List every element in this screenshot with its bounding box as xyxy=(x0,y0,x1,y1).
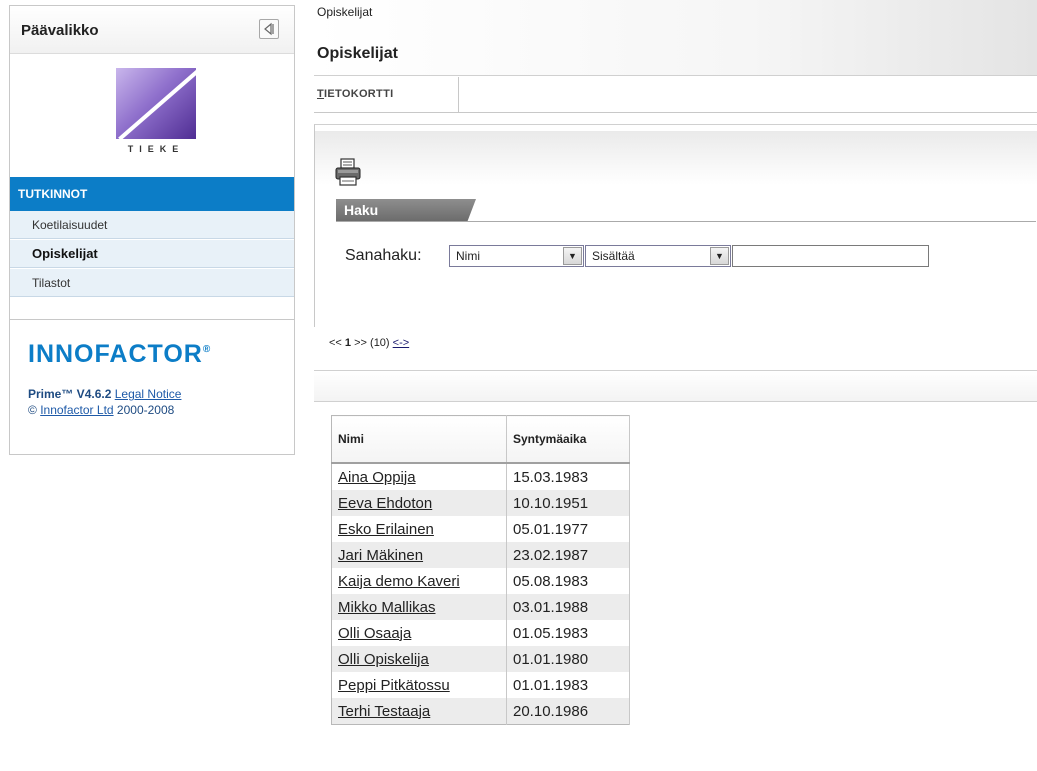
pager-divider-band xyxy=(314,370,1037,402)
tab-bar: TIETOKORTTI xyxy=(314,77,1037,113)
search-operator-select[interactable]: Sisältää ▼ xyxy=(585,245,731,267)
student-name-cell: Mikko Mallikas xyxy=(331,594,507,620)
search-operator-value: Sisältää xyxy=(592,249,635,263)
students-table: Nimi Syntymäaika Aina Oppija 15.03.1983 … xyxy=(331,415,630,725)
search-input[interactable] xyxy=(732,245,929,267)
page-header: Opiskelijat Opiskelijat xyxy=(314,0,1037,76)
printer-icon xyxy=(335,158,361,186)
pager-current-page: 1 xyxy=(344,337,352,349)
sidebar-item-label: Koetilaisuudet xyxy=(32,218,108,232)
birth-date-cell: 23.02.1987 xyxy=(506,542,630,568)
brand-name: INNOFACTOR xyxy=(28,340,203,368)
table-row: Mikko Mallikas 03.01.1988 xyxy=(331,594,630,620)
student-name-link[interactable]: Aina Oppija xyxy=(338,469,416,486)
student-name-link[interactable]: Eeva Ehdoton xyxy=(338,495,432,512)
table-row: Kaija demo Kaveri 05.08.1983 xyxy=(331,568,630,594)
menu-divider xyxy=(10,319,294,320)
pager-prev[interactable]: << xyxy=(329,337,342,349)
legal-notice-link[interactable]: Legal Notice xyxy=(115,387,182,401)
student-name-cell: Eeva Ehdoton xyxy=(331,490,507,516)
table-row: Eeva Ehdoton 10.10.1951 xyxy=(331,490,630,516)
main-menu-panel: Päävalikko TIEKE TUTKINNOT Koetilaisuude… xyxy=(9,5,295,455)
table-header-row: Nimi Syntymäaika xyxy=(331,415,630,464)
sidebar-item-label: Tilastot xyxy=(32,276,71,290)
page-title: Opiskelijat xyxy=(317,45,398,62)
student-name-cell: Olli Opiskelija xyxy=(331,646,507,672)
sidebar-item-tilastot[interactable]: Tilastot xyxy=(10,269,294,297)
sidebar-item-koetilaisuudet[interactable]: Koetilaisuudet xyxy=(10,211,294,239)
sidebar-item-label: Opiskelijat xyxy=(32,246,98,261)
student-name-cell: Kaija demo Kaveri xyxy=(331,568,507,594)
table-row: Jari Mäkinen 23.02.1987 xyxy=(331,542,630,568)
birth-date-cell: 01.01.1983 xyxy=(506,672,630,698)
tab-tietokortti[interactable]: TIETOKORTTI xyxy=(314,77,459,112)
table-row: Olli Osaaja 01.05.1983 xyxy=(331,620,630,646)
birth-date-cell: 03.01.1988 xyxy=(506,594,630,620)
student-name-link[interactable]: Kaija demo Kaveri xyxy=(338,573,460,590)
product-name: Prime™ V4.6.2 xyxy=(28,387,112,401)
collapse-arrow-icon xyxy=(264,22,274,36)
chevron-down-icon[interactable]: ▼ xyxy=(710,247,729,265)
student-name-link[interactable]: Olli Opiskelija xyxy=(338,651,429,668)
pager: << 1 >> (10) <-> xyxy=(329,337,409,349)
birth-date-cell: 20.10.1986 xyxy=(506,698,630,725)
student-name-cell: Jari Mäkinen xyxy=(331,542,507,568)
student-name-cell: Terhi Testaaja xyxy=(331,698,507,725)
copyright-years: 2000-2008 xyxy=(116,403,175,417)
tab-label: IETOKORTTI xyxy=(324,88,394,100)
search-field-value: Nimi xyxy=(456,249,480,263)
menu-section-tutkinnot[interactable]: TUTKINNOT xyxy=(10,177,294,211)
table-row: Olli Opiskelija 01.01.1980 xyxy=(331,646,630,672)
student-name-cell: Peppi Pitkätossu xyxy=(331,672,507,698)
tieke-logo: TIEKE xyxy=(116,68,196,164)
birth-date-cell: 01.01.1980 xyxy=(506,646,630,672)
pager-count: (10) xyxy=(370,337,390,349)
breadcrumb[interactable]: Opiskelijat xyxy=(317,5,372,19)
innofactor-link[interactable]: Innofactor Ltd xyxy=(40,403,113,417)
birth-date-cell: 05.01.1977 xyxy=(506,516,630,542)
collapse-menu-button[interactable] xyxy=(259,19,279,39)
sanahaku-label: Sanahaku: xyxy=(345,247,422,264)
tieke-logo-mark xyxy=(116,68,196,139)
table-row: Terhi Testaaja 20.10.1986 xyxy=(331,698,630,725)
pager-toggle-link[interactable]: <-> xyxy=(393,337,410,349)
student-name-link[interactable]: Terhi Testaaja xyxy=(338,703,430,720)
product-version: Prime™ V4.6.2 Legal Notice xyxy=(28,387,181,401)
birth-date-cell: 01.05.1983 xyxy=(506,620,630,646)
table-row: Esko Erilainen 05.01.1977 xyxy=(331,516,630,542)
print-button[interactable] xyxy=(334,157,362,187)
table-row: Aina Oppija 15.03.1983 xyxy=(331,463,630,490)
birth-date-cell: 10.10.1951 xyxy=(506,490,630,516)
haku-section-header: Haku xyxy=(336,199,1036,222)
table-row: Peppi Pitkätossu 01.01.1983 xyxy=(331,672,630,698)
innofactor-logo: INNOFACTOR® xyxy=(28,340,211,369)
search-panel: Haku Sanahaku: Nimi ▼ Sisältää ▼ xyxy=(314,124,1037,327)
student-name-cell: Esko Erilainen xyxy=(331,516,507,542)
student-name-link[interactable]: Mikko Mallikas xyxy=(338,599,436,616)
registered-mark: ® xyxy=(202,344,212,355)
haku-section-label: Haku xyxy=(344,202,379,218)
student-name-cell: Olli Osaaja xyxy=(331,620,507,646)
pager-next[interactable]: >> xyxy=(354,337,367,349)
birth-date-cell: 15.03.1983 xyxy=(506,463,630,490)
chevron-down-icon[interactable]: ▼ xyxy=(563,247,582,265)
student-name-link[interactable]: Jari Mäkinen xyxy=(338,547,423,564)
student-name-cell: Aina Oppija xyxy=(331,463,507,490)
main-menu-header: Päävalikko xyxy=(10,6,294,54)
birth-date-cell: 05.08.1983 xyxy=(506,568,630,594)
tieke-logo-text: TIEKE xyxy=(127,144,185,154)
search-field-select[interactable]: Nimi ▼ xyxy=(449,245,584,267)
column-header-syntymaaika[interactable]: Syntymäaika xyxy=(506,415,630,464)
copyright-symbol: © xyxy=(28,403,37,417)
student-name-link[interactable]: Olli Osaaja xyxy=(338,625,411,642)
tab-accesskey: T xyxy=(317,88,325,100)
column-header-nimi[interactable]: Nimi xyxy=(331,415,507,464)
main-menu-title: Päävalikko xyxy=(21,22,99,39)
copyright-line: © Innofactor Ltd 2000-2008 xyxy=(28,403,174,417)
student-name-link[interactable]: Esko Erilainen xyxy=(338,521,434,538)
student-name-link[interactable]: Peppi Pitkätossu xyxy=(338,677,450,694)
sidebar-item-opiskelijat[interactable]: Opiskelijat xyxy=(10,240,294,268)
